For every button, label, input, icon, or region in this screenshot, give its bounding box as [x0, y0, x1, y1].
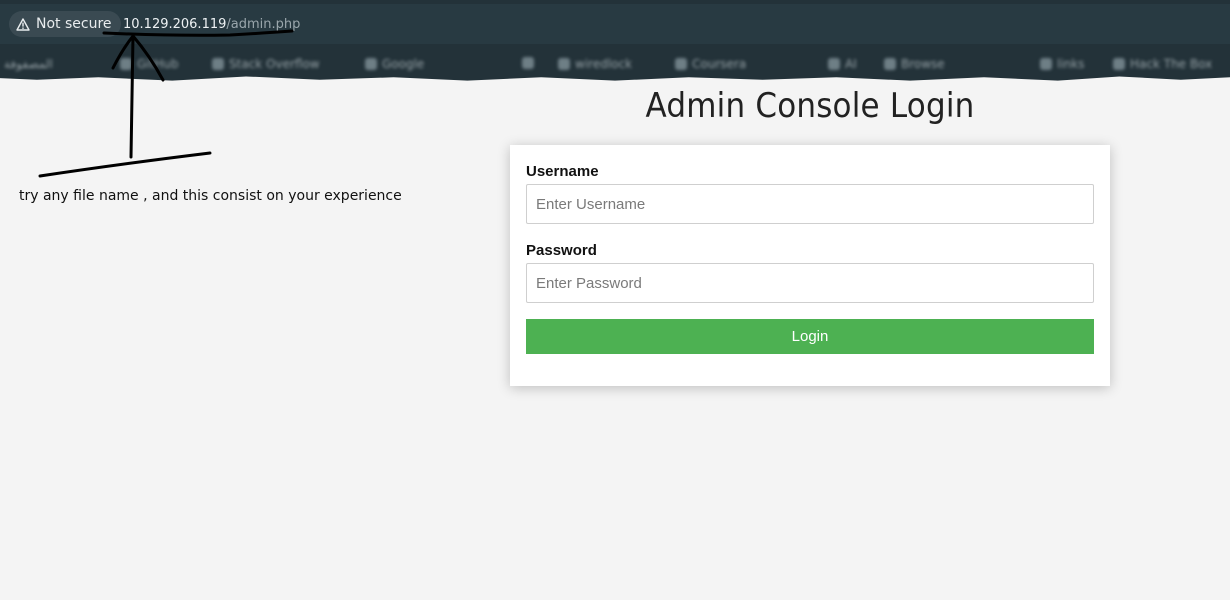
- bookmark-item[interactable]: Coursera: [675, 57, 746, 71]
- address-bar[interactable]: Not secure 10.129.206.119/admin.php: [0, 4, 1230, 44]
- password-label: Password: [526, 242, 597, 259]
- bookmark-item[interactable]: links: [1040, 57, 1084, 71]
- bookmark-item[interactable]: Browse: [884, 57, 945, 71]
- username-input[interactable]: [526, 184, 1094, 224]
- security-indicator[interactable]: Not secure: [9, 11, 121, 37]
- annotation-note: try any file name , and this consist on …: [19, 188, 402, 204]
- bookmark-icon: [1113, 58, 1125, 70]
- warning-icon: [16, 17, 30, 31]
- url-path: /admin.php: [226, 17, 301, 32]
- bookmark-icon: [884, 58, 896, 70]
- bookmark-item[interactable]: AI: [828, 57, 857, 71]
- url-host: 10.129.206.119: [123, 17, 227, 32]
- bookmark-item[interactable]: [522, 57, 539, 69]
- bookmark-icon: [558, 58, 570, 70]
- login-button[interactable]: Login: [526, 319, 1094, 354]
- password-input[interactable]: [526, 263, 1094, 303]
- bookmarks-bar: المصفوفة GitHub Stack Overflow Google wi…: [0, 52, 1230, 78]
- bookmark-icon: [365, 58, 377, 70]
- bookmark-item[interactable]: Google: [365, 57, 424, 71]
- bookmark-icon: [120, 58, 132, 70]
- bookmark-item[interactable]: Hack The Box: [1113, 57, 1212, 71]
- bookmark-icon: [1040, 58, 1052, 70]
- bookmark-item[interactable]: wiredlock: [558, 57, 632, 71]
- bookmark-icon: [212, 58, 224, 70]
- username-label: Username: [526, 163, 599, 180]
- login-form: Username Password Login: [510, 145, 1110, 386]
- url-field[interactable]: 10.129.206.119/admin.php: [123, 15, 300, 35]
- bookmark-item[interactable]: المصفوفة: [4, 57, 53, 71]
- bookmark-icon: [675, 58, 687, 70]
- bookmark-icon: [828, 58, 840, 70]
- security-label: Not secure: [36, 16, 112, 32]
- browser-toolbar: Not secure 10.129.206.119/admin.php المص…: [0, 0, 1230, 81]
- annotation-base-line: [38, 151, 212, 178]
- bookmark-icon: [522, 57, 534, 69]
- page-title: Admin Console Login: [645, 86, 975, 126]
- bookmark-item[interactable]: GitHub: [120, 57, 179, 71]
- bookmark-item[interactable]: Stack Overflow: [212, 57, 320, 71]
